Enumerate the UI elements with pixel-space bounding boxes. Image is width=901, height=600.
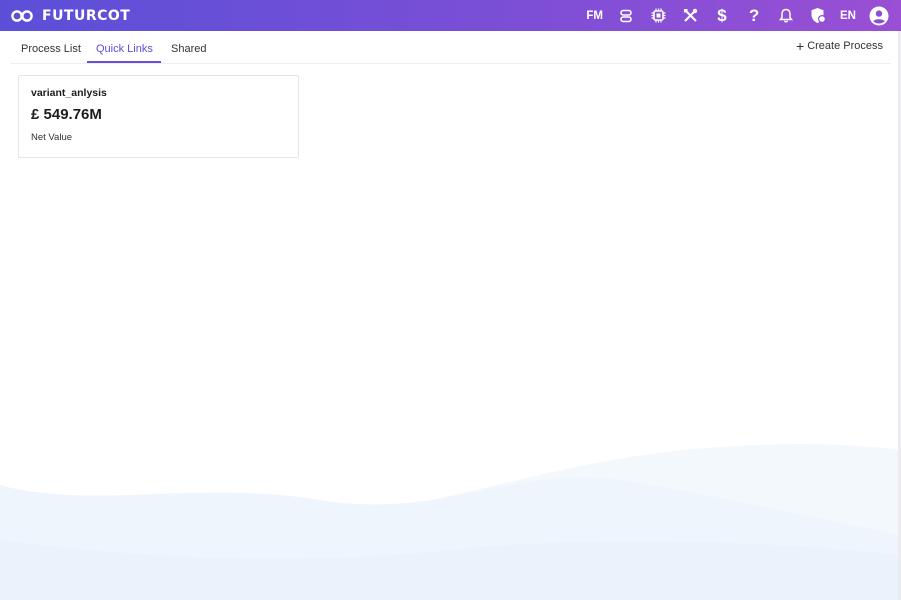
quick-link-card[interactable]: variant_anlysis £ 549.76M Net Value — [18, 75, 299, 158]
tab-quick-links[interactable]: Quick Links — [96, 43, 153, 55]
help-icon[interactable]: ? — [744, 6, 764, 26]
brand[interactable]: FUTURCOT — [11, 0, 130, 31]
chip-icon[interactable] — [648, 6, 668, 26]
create-process-button[interactable]: + Create Process — [796, 38, 883, 54]
card-title: variant_anlysis — [31, 87, 107, 99]
language-selector[interactable]: EN — [840, 10, 856, 22]
create-process-label: Create Process — [807, 40, 883, 52]
brand-name: FUTURCOT — [42, 7, 131, 24]
dollar-icon[interactable]: $ — [712, 6, 732, 26]
card-label: Net Value — [31, 132, 73, 143]
tabs-divider — [10, 63, 891, 64]
tabs-bar: Process List Quick Links Shared — [0, 31, 901, 64]
tools-icon[interactable] — [680, 6, 700, 26]
top-navbar: FUTURCOT FM $ ? EN — [0, 0, 901, 31]
logo-icon — [11, 9, 33, 22]
plus-icon: + — [796, 38, 805, 54]
account-icon[interactable] — [869, 6, 889, 26]
bell-icon[interactable] — [776, 6, 796, 26]
card-value: £ 549.76M — [31, 106, 102, 123]
tab-shared[interactable]: Shared — [171, 43, 206, 55]
user-initials-button[interactable]: FM — [586, 10, 603, 22]
database-icon[interactable] — [616, 6, 636, 26]
tab-process-list[interactable]: Process List — [21, 43, 81, 55]
background-waves — [0, 444, 901, 600]
shield-icon[interactable] — [808, 6, 828, 26]
